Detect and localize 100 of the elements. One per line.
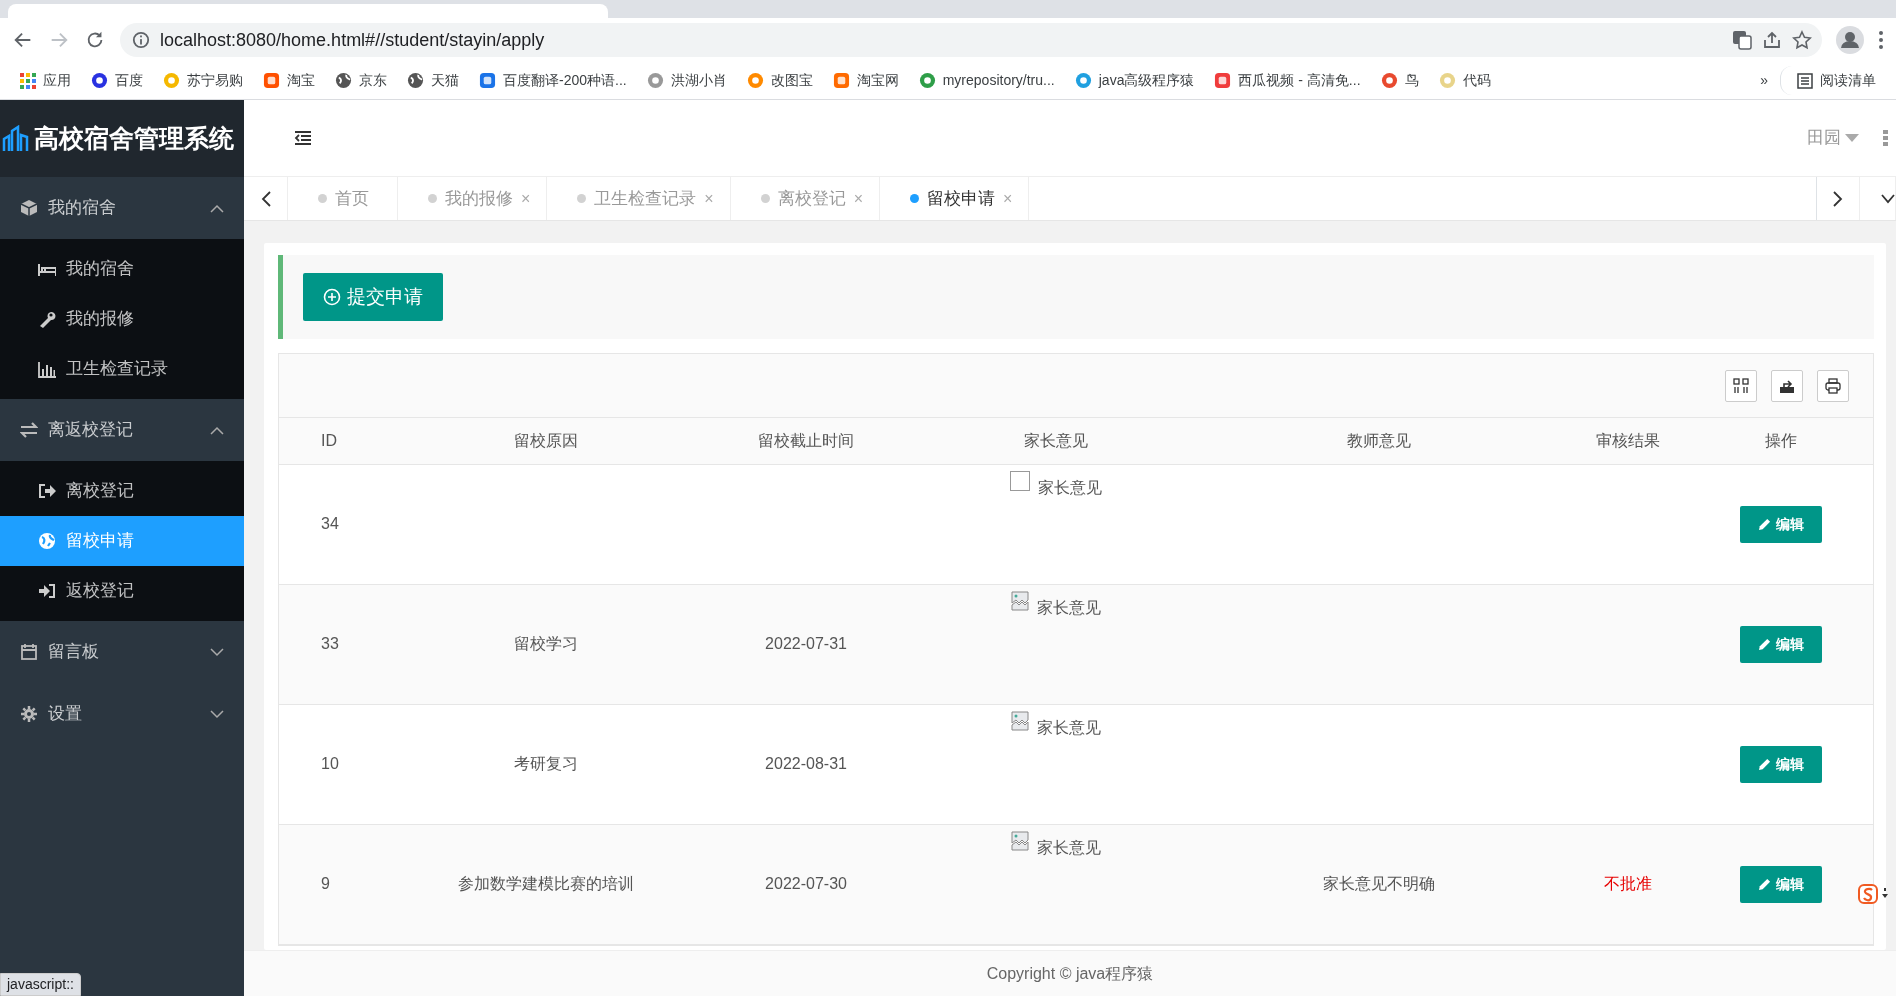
bookmark[interactable]: 天猫 [399,66,467,95]
bookmark-label: 淘宝网 [856,71,899,90]
parent-opinion-text: 家长意见 [1038,477,1102,498]
bookmark[interactable]: myrepository/tru... [910,66,1063,95]
star-icon[interactable] [1792,30,1812,50]
page-tab[interactable]: 留校申请 × [880,177,1030,220]
globe-icon [407,72,424,89]
bookmark[interactable]: 鸟 [1372,66,1427,95]
tab-label: 离校登记 [777,187,846,210]
edit-button[interactable]: 编辑 [1740,865,1822,903]
ime-menu-icon[interactable] [1882,888,1888,900]
address-bar[interactable]: localhost:8080/home.html#//student/stayin/apply [120,23,1822,57]
bookmark[interactable]: java高级程序猿 [1066,66,1203,95]
id-cell: 10 [321,755,339,772]
cube-icon [20,199,38,217]
site-icon [1438,72,1456,89]
broken-image-icon [1011,710,1029,731]
site-icon [918,72,936,89]
more-icon[interactable] [1878,30,1884,50]
deadline-cell: 2022-07-30 [765,875,847,892]
teacher-opinion-cell: 家长意见不明确 [1323,875,1435,892]
info-icon[interactable] [132,31,150,49]
site-icon [1074,72,1092,89]
edit-button[interactable]: 编辑 [1740,745,1822,783]
list-icon [1797,72,1813,89]
calendar-icon [20,643,38,661]
profile-avatar-icon[interactable] [1836,26,1864,54]
submit-button[interactable]: 提交申请 [303,273,443,321]
id-cell: 33 [321,635,339,652]
site-icon [646,72,664,89]
status-dot [760,194,770,203]
bookmark[interactable]: 代码 [1430,66,1499,95]
sidebar-item[interactable]: 卫生检查记录 [0,344,244,394]
export-button[interactable] [1771,369,1803,402]
wrench-icon [38,310,56,328]
bookmark[interactable]: 改图宝 [738,66,821,95]
url-text: localhost:8080/home.html#//student/stayin/apply [160,28,546,52]
edit-button[interactable]: 编辑 [1740,505,1822,543]
site-icon [1214,72,1232,89]
pencil-icon [1758,757,1771,771]
bookmark[interactable]: 淘宝 [255,66,323,95]
bookmark-label: 应用 [43,71,71,90]
reason-cell: 留校学习 [514,635,578,652]
column-header: 审核结果 [1596,431,1660,449]
review-result-cell: 不批准 [1604,875,1652,892]
tabs-right-button[interactable] [1816,177,1860,220]
print-button[interactable] [1817,369,1849,402]
more-bookmarks-button[interactable]: » [1752,70,1776,91]
sidebar-group[interactable]: 离返校登记 [0,399,244,461]
columns-icon [1733,377,1749,394]
status-dot [910,194,920,203]
column-header: 操作 [1765,431,1797,449]
bookmark[interactable]: 百度 [83,66,151,95]
column-header: 留校截止时间 [758,431,854,449]
sidebar-group[interactable]: 我的宿舍 [0,177,244,239]
bookmark-label: java高级程序猿 [1098,71,1195,90]
bookmark[interactable]: 洪湖小肖 [638,66,735,95]
broken-image-icon [1011,830,1029,851]
chevron-down-icon [1881,193,1895,204]
parent-opinion-text: 家长意见 [1037,837,1101,858]
pencil-icon [1758,637,1771,651]
bookmark-label: 淘宝 [287,71,315,90]
copyright-text: Copyright © java程序猿 [986,963,1154,984]
tab-label: 留校申请 [927,187,996,210]
tab-label: 首页 [335,187,369,210]
edit-button[interactable]: 编辑 [1740,625,1822,663]
status-bubble: javascript:: [0,973,81,996]
reading-list-button[interactable]: 阅读清单 [1780,66,1884,95]
status-dot [428,194,437,203]
tab-label: 卫生检查记录 [594,187,697,210]
parent-opinion-text: 家长意见 [1037,597,1101,618]
bookmark[interactable]: 苏宁易购 [155,66,251,95]
bookmark[interactable]: 应用 [12,66,79,95]
bookmark-label: 代码 [1462,71,1491,90]
site-icon [163,72,180,89]
settings-icon [20,705,38,723]
share-icon[interactable] [1762,30,1782,50]
site-icon [832,72,850,89]
sidebar-item[interactable]: 我的宿舍 [0,244,244,294]
bookmark[interactable]: 淘宝网 [824,66,907,95]
column-header: ID [321,431,337,449]
sidebar-item[interactable]: 我的报修 [0,294,244,344]
deadline-cell: 2022-08-31 [765,755,847,772]
menu-fold-icon[interactable] [294,130,312,146]
sidebar-item[interactable]: 返校登记 [0,566,244,616]
bookmark-label: 苏宁易购 [187,71,243,90]
sidebar-group[interactable]: 设置 [0,683,244,745]
bookmark[interactable]: 京东 [327,66,395,95]
columns-button[interactable] [1725,369,1757,402]
kebab-icon[interactable] [1883,129,1888,147]
sidebar-group[interactable]: 留言板 [0,621,244,683]
globe-icon [38,532,56,550]
site-icon [1380,72,1398,89]
bookmark-label: 京东 [359,71,387,90]
deadline-cell: 2022-07-31 [765,635,847,652]
bookmark[interactable]: 西瓜视频 - 高清免... [1206,66,1369,95]
sidebar-item[interactable]: 离校登记 [0,466,244,516]
bookmark[interactable]: 百度翻译-200种语... [471,66,635,95]
reason-cell: 参加数学建模比赛的培训 [458,875,634,892]
site-icon [746,72,764,89]
